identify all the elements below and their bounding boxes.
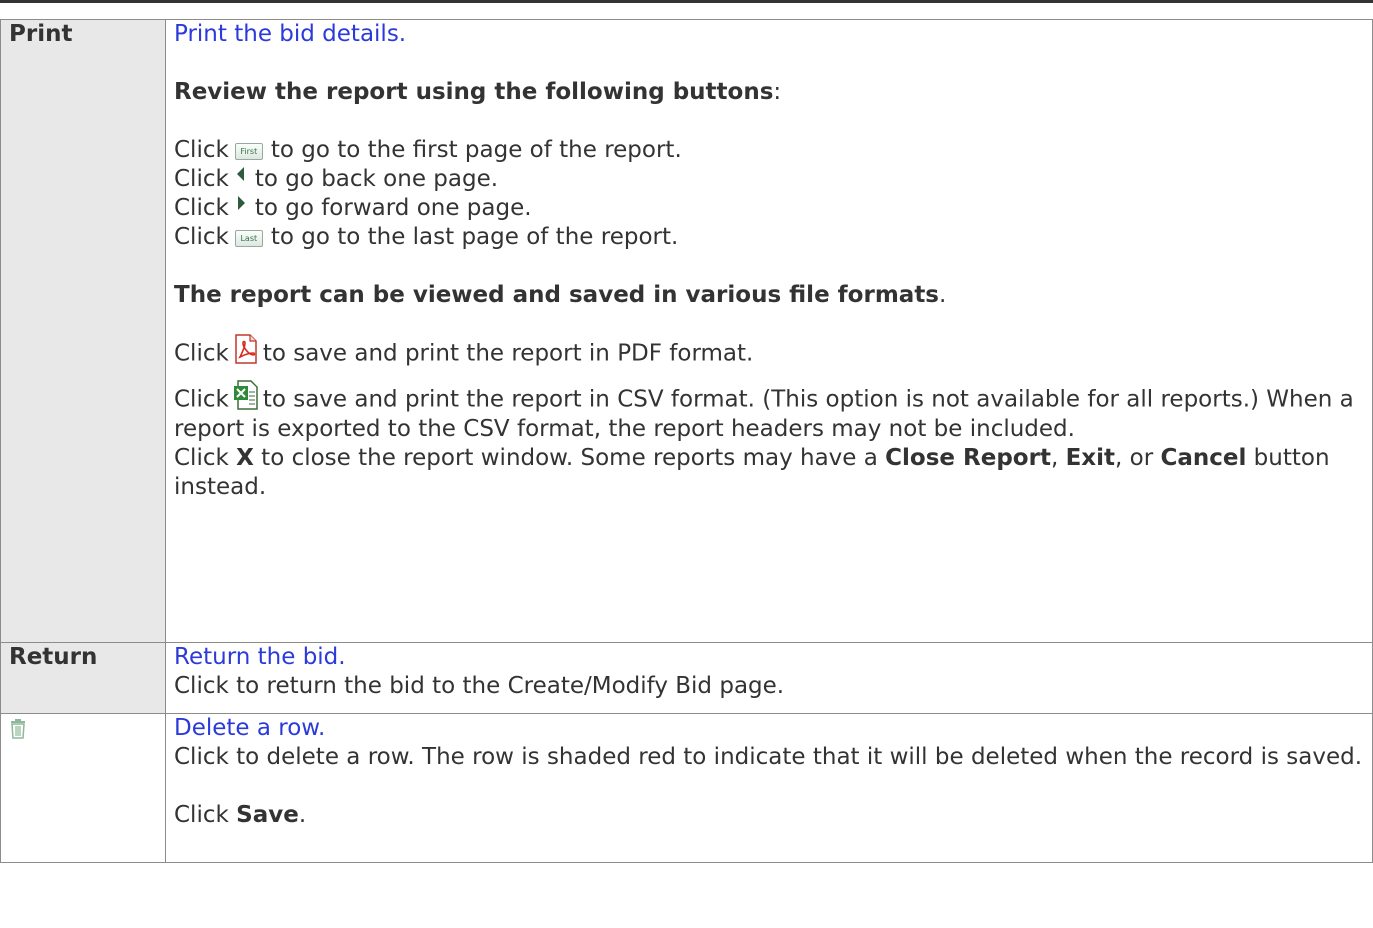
excel-icon	[233, 380, 259, 410]
top-rule	[0, 0, 1373, 3]
save-line: Click Save.	[174, 802, 307, 828]
pdf-icon	[233, 334, 259, 364]
last-button-icon: Last	[234, 220, 263, 249]
arrow-left-icon	[235, 162, 247, 191]
table-row-delete: Delete a row. Click to delete a row. The…	[0, 713, 1373, 863]
print-link[interactable]: Print the bid details.	[174, 21, 406, 47]
review-heading-line: Review the report using the following bu…	[174, 79, 782, 105]
key-cell-print: Print	[0, 19, 166, 643]
prev-line: Click to go back one page.	[174, 165, 1364, 194]
key-cell-delete	[0, 713, 166, 863]
table-row-return: Return Return the bid. Click to return t…	[0, 642, 1373, 714]
desc-cell-return: Return the bid. Click to return the bid …	[165, 642, 1373, 714]
last-line: Click Last to go to the last page of the r…	[174, 223, 1364, 252]
csv-line: Click to save and print the report in CSV…	[174, 380, 1364, 444]
delete-desc: Click to delete a row. The row is shaded…	[174, 744, 1363, 770]
pdf-line: Click to save and print the report in PDF…	[174, 334, 1364, 369]
arrow-right-icon	[235, 191, 247, 220]
key-label-return: Return	[9, 644, 98, 670]
desc-cell-print: Print the bid details. Review the report…	[165, 19, 1373, 643]
next-line: Click to go forward one page.	[174, 194, 1364, 223]
key-cell-return: Return	[0, 642, 166, 714]
key-label-print: Print	[9, 21, 73, 47]
desc-cell-delete: Delete a row. Click to delete a row. The…	[165, 713, 1373, 863]
delete-link[interactable]: Delete a row.	[174, 715, 325, 741]
first-line: Click First to go to the first page of the…	[174, 136, 1364, 165]
trash-icon	[9, 718, 27, 747]
return-link[interactable]: Return the bid.	[174, 644, 346, 670]
table-row-print: Print Print the bid details. Review the …	[0, 19, 1373, 643]
formats-heading-line: The report can be viewed and saved in va…	[174, 282, 947, 308]
first-button-icon: First	[234, 133, 263, 162]
return-desc: Click to return the bid to the Create/Mo…	[174, 673, 785, 699]
close-line: Click X to close the report window. Some…	[174, 445, 1330, 500]
button-reference-table: Print Print the bid details. Review the …	[0, 19, 1373, 863]
